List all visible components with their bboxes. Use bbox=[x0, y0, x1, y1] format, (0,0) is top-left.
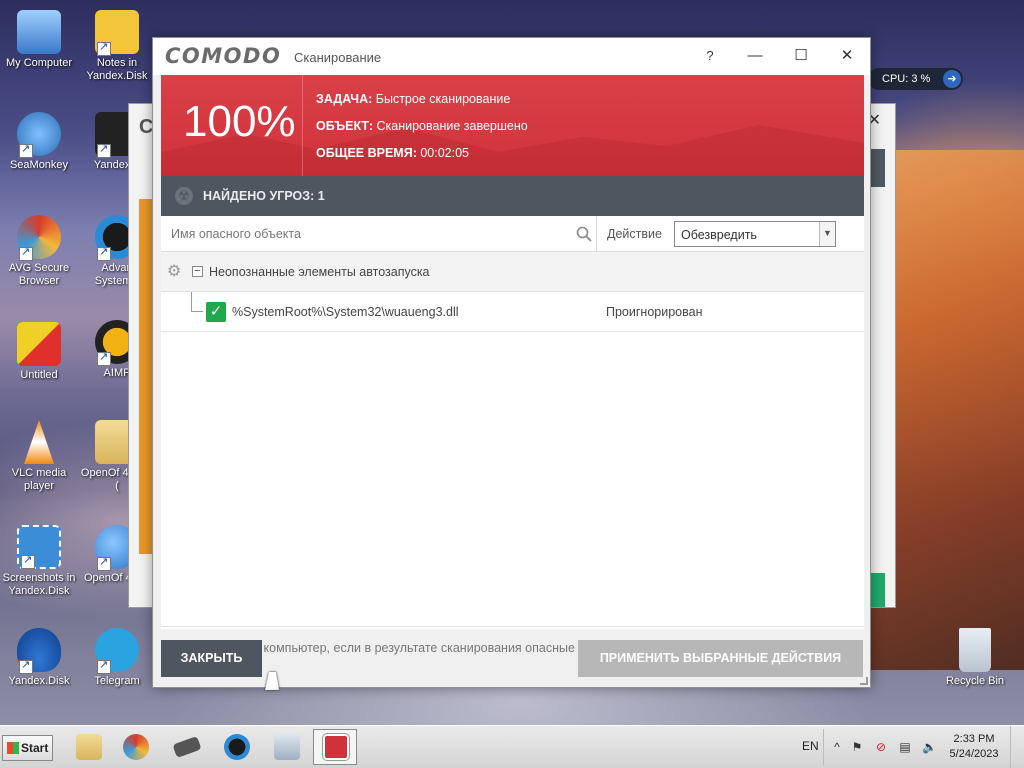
threat-list-header: Имя опасного объекта Действие Обезвредит… bbox=[161, 216, 864, 252]
cpu-widget[interactable]: CPU: 3 % ➜ bbox=[868, 68, 963, 90]
taskbar-app-explorer[interactable] bbox=[66, 729, 110, 765]
computer-icon bbox=[17, 10, 61, 54]
folder-icon bbox=[76, 734, 102, 760]
desktop-icon-yandex-disk[interactable]: Yandex.Disk bbox=[0, 628, 78, 688]
avg-browser-icon bbox=[17, 215, 61, 261]
scissors-icon bbox=[17, 525, 61, 569]
object-info: ОБЪЕКТ: Сканирование завершено bbox=[316, 119, 528, 133]
notes-icon bbox=[95, 10, 139, 56]
shortcut-arrow-icon bbox=[19, 246, 33, 261]
collapse-toggle-icon[interactable]: − bbox=[192, 266, 203, 277]
threats-found-label: НАЙДЕНО УГРОЗ: 1 bbox=[203, 189, 325, 203]
threat-item-status: Проигнорирован bbox=[606, 305, 703, 319]
shortcut-arrow-icon bbox=[21, 554, 35, 569]
desktop-icon-screenshots[interactable]: Screenshots in Yandex.Disk bbox=[0, 525, 78, 598]
title-bar[interactable]: COMODO Сканирование ? — ☐ ✕ bbox=[153, 38, 870, 75]
recycle-bin-icon bbox=[959, 628, 991, 672]
window-title: Сканирование bbox=[294, 50, 382, 65]
keyboard-icon bbox=[274, 734, 300, 760]
minimize-button[interactable]: — bbox=[735, 42, 775, 70]
threats-found-bar: ☢ НАЙДЕНО УГРОЗ: 1 bbox=[161, 176, 864, 216]
telegram-icon bbox=[95, 628, 139, 674]
time-info: ОБЩЕЕ ВРЕМЯ: 00:02:05 bbox=[316, 146, 470, 160]
help-button[interactable]: ? bbox=[690, 42, 730, 70]
radiation-icon: ☢ bbox=[175, 187, 193, 205]
chip-icon bbox=[172, 735, 202, 759]
comodo-logo: COMODO bbox=[165, 44, 282, 68]
scan-content: 100% ЗАДАЧА: Быстрое сканирование ОБЪЕКТ… bbox=[161, 75, 864, 655]
shortcut-arrow-icon bbox=[19, 143, 33, 158]
system-tray: ^ ⚑ ⊘ ▤ 🔈 bbox=[823, 729, 943, 765]
arrow-right-icon[interactable]: ➜ bbox=[943, 70, 961, 88]
flag-icon[interactable]: ⚑ bbox=[850, 740, 864, 754]
shortcut-arrow-icon bbox=[97, 143, 111, 158]
vlc-cone-icon bbox=[24, 420, 54, 464]
gear-icon: ⚙ bbox=[167, 263, 182, 280]
start-button[interactable]: Start bbox=[2, 735, 53, 761]
antivirus-tray-icon[interactable]: ⊘ bbox=[874, 740, 888, 754]
tree-connector bbox=[191, 292, 203, 312]
threat-group-label: Неопознанные элементы автозапуска bbox=[209, 265, 430, 279]
close-button[interactable]: ✕ bbox=[827, 42, 867, 70]
chevron-up-icon[interactable]: ^ bbox=[830, 740, 844, 754]
taskbar-app-hardware[interactable] bbox=[164, 729, 208, 765]
windows-logo-icon bbox=[7, 742, 19, 754]
scan-status-banner: 100% ЗАДАЧА: Быстрое сканирование ОБЪЕКТ… bbox=[161, 75, 864, 176]
desktop-icon-my-computer[interactable]: My Computer bbox=[0, 10, 78, 70]
maximize-button[interactable]: ☐ bbox=[781, 42, 821, 70]
desktop-icon-seamonkey[interactable]: SeaMonkey bbox=[0, 112, 78, 172]
speaker-muted-icon[interactable]: 🔈 bbox=[922, 740, 937, 754]
shortcut-arrow-icon bbox=[97, 351, 111, 366]
document-icon bbox=[17, 322, 61, 366]
action-select[interactable]: Обезвредить ▼ bbox=[674, 221, 836, 247]
desktop-icon-telegram[interactable]: Telegram bbox=[78, 628, 156, 688]
search-icon[interactable] bbox=[575, 225, 593, 243]
threats-count: 1 bbox=[317, 189, 325, 203]
network-icon[interactable]: ▤ bbox=[898, 740, 912, 754]
action-label: Действие bbox=[607, 227, 662, 241]
chevron-down-icon[interactable]: ▼ bbox=[819, 222, 835, 246]
clock-date: 5/24/2023 bbox=[949, 748, 999, 760]
seamonkey-icon bbox=[17, 112, 61, 158]
resize-grip-icon[interactable] bbox=[860, 677, 868, 685]
shortcut-arrow-icon bbox=[97, 556, 111, 571]
threat-name-column[interactable]: Имя опасного объекта bbox=[171, 227, 301, 241]
threat-item-path: %SystemRoot%\System32\wuaueng3.dll bbox=[232, 305, 459, 319]
advanced-systemcare-icon bbox=[224, 734, 250, 760]
taskbar-app-advanced-systemcare[interactable] bbox=[214, 729, 258, 765]
avg-browser-icon bbox=[123, 734, 149, 760]
task-info: ЗАДАЧА: Быстрое сканирование bbox=[316, 92, 511, 106]
taskbar-app-comodo[interactable] bbox=[313, 729, 357, 765]
apply-actions-button[interactable]: ПРИМЕНИТЬ ВЫБРАННЫЕ ДЕЙСТВИЯ bbox=[578, 640, 863, 677]
taskbar-app-avg-browser[interactable] bbox=[113, 729, 157, 765]
desktop-icon-recycle-bin[interactable]: Recycle Bin bbox=[936, 628, 1014, 688]
threat-group-row[interactable]: ⚙ − Неопознанные элементы автозапуска bbox=[161, 252, 864, 292]
threat-item-row[interactable]: ✓ %SystemRoot%\System32\wuaueng3.dll Про… bbox=[161, 292, 864, 332]
desktop-icon-avg-browser[interactable]: AVG Secure Browser bbox=[0, 215, 78, 288]
column-divider bbox=[596, 216, 597, 252]
comodo-scan-window: COMODO Сканирование ? — ☐ ✕ 100% ЗАДАЧА:… bbox=[152, 37, 871, 688]
yandex-disk-icon bbox=[17, 628, 61, 674]
taskbar: Start EN ^ ⚑ ⊘ ▤ 🔈 2:33 PM 5/24/2023 bbox=[0, 725, 1024, 768]
progress-percent: 100% bbox=[183, 97, 296, 146]
close-scan-button[interactable]: ЗАКРЫТЬ bbox=[161, 640, 262, 677]
shortcut-arrow-icon bbox=[19, 659, 33, 674]
desktop-icon-untitled[interactable]: Untitled bbox=[0, 322, 78, 382]
clock[interactable]: 2:33 PM 5/24/2023 bbox=[944, 732, 1004, 762]
comodo-icon bbox=[323, 734, 349, 760]
taskbar-app-keyboard[interactable] bbox=[264, 729, 308, 765]
clock-time: 2:33 PM bbox=[953, 733, 995, 745]
desktop-icon-notes[interactable]: Notes in Yandex.Disk bbox=[78, 10, 156, 83]
banner-divider bbox=[302, 75, 303, 176]
shortcut-arrow-icon bbox=[97, 41, 111, 56]
shortcut-arrow-icon bbox=[97, 246, 111, 261]
checkbox-checked-icon[interactable]: ✓ bbox=[206, 302, 226, 322]
show-desktop-button[interactable] bbox=[1010, 726, 1024, 768]
options-separator bbox=[161, 626, 864, 627]
language-indicator[interactable]: EN bbox=[802, 739, 819, 753]
desktop-icon-vlc[interactable]: VLC media player bbox=[0, 420, 78, 493]
shortcut-arrow-icon bbox=[97, 659, 111, 674]
